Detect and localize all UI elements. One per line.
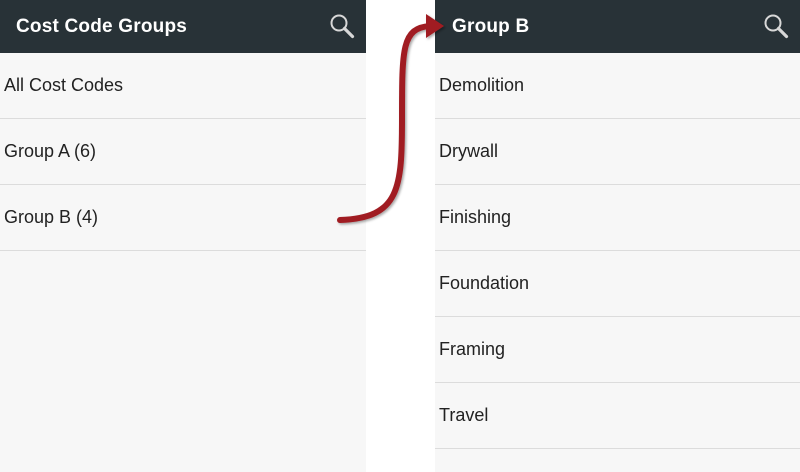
list-item-label: Demolition: [439, 75, 525, 95]
list-item-label: Travel: [439, 405, 489, 425]
list-item-label: Group A (6): [4, 141, 97, 161]
list-item-label: Framing: [439, 339, 506, 359]
group-list: All Cost Codes Group A (6) Group B (4): [0, 53, 366, 251]
app-bar: Cost Code Groups: [0, 0, 366, 53]
app-bar: Group B: [435, 0, 800, 53]
list-item-finishing[interactable]: Finishing: [435, 185, 800, 251]
cost-code-groups-screen: Cost Code Groups All Cost Codes Group A …: [0, 0, 366, 472]
list-item-drywall[interactable]: Drywall: [435, 119, 800, 185]
list-item-label: Foundation: [439, 273, 530, 293]
search-icon[interactable]: [762, 12, 790, 40]
list-item-group-b[interactable]: Group B (4): [0, 185, 366, 251]
list-item-all-cost-codes[interactable]: All Cost Codes: [0, 53, 366, 119]
list-item-label: Drywall: [439, 141, 499, 161]
tutorial-figure: Cost Code Groups All Cost Codes Group A …: [0, 0, 800, 472]
list-item-label: Finishing: [439, 207, 512, 227]
list-item-label: All Cost Codes: [4, 75, 124, 95]
cost-code-list: Demolition Drywall Finishing Foundation …: [435, 53, 800, 449]
list-item-label: Group B (4): [4, 207, 99, 227]
list-item-group-a[interactable]: Group A (6): [0, 119, 366, 185]
list-item-demolition[interactable]: Demolition: [435, 53, 800, 119]
list-item-travel[interactable]: Travel: [435, 383, 800, 449]
search-icon[interactable]: [328, 12, 356, 40]
page-title: Cost Code Groups: [16, 15, 188, 37]
list-item-foundation[interactable]: Foundation: [435, 251, 800, 317]
page-title: Group B: [452, 15, 530, 37]
list-item-framing[interactable]: Framing: [435, 317, 800, 383]
group-b-screen: Group B Demolition Drywall Finishing Fou…: [435, 0, 800, 472]
